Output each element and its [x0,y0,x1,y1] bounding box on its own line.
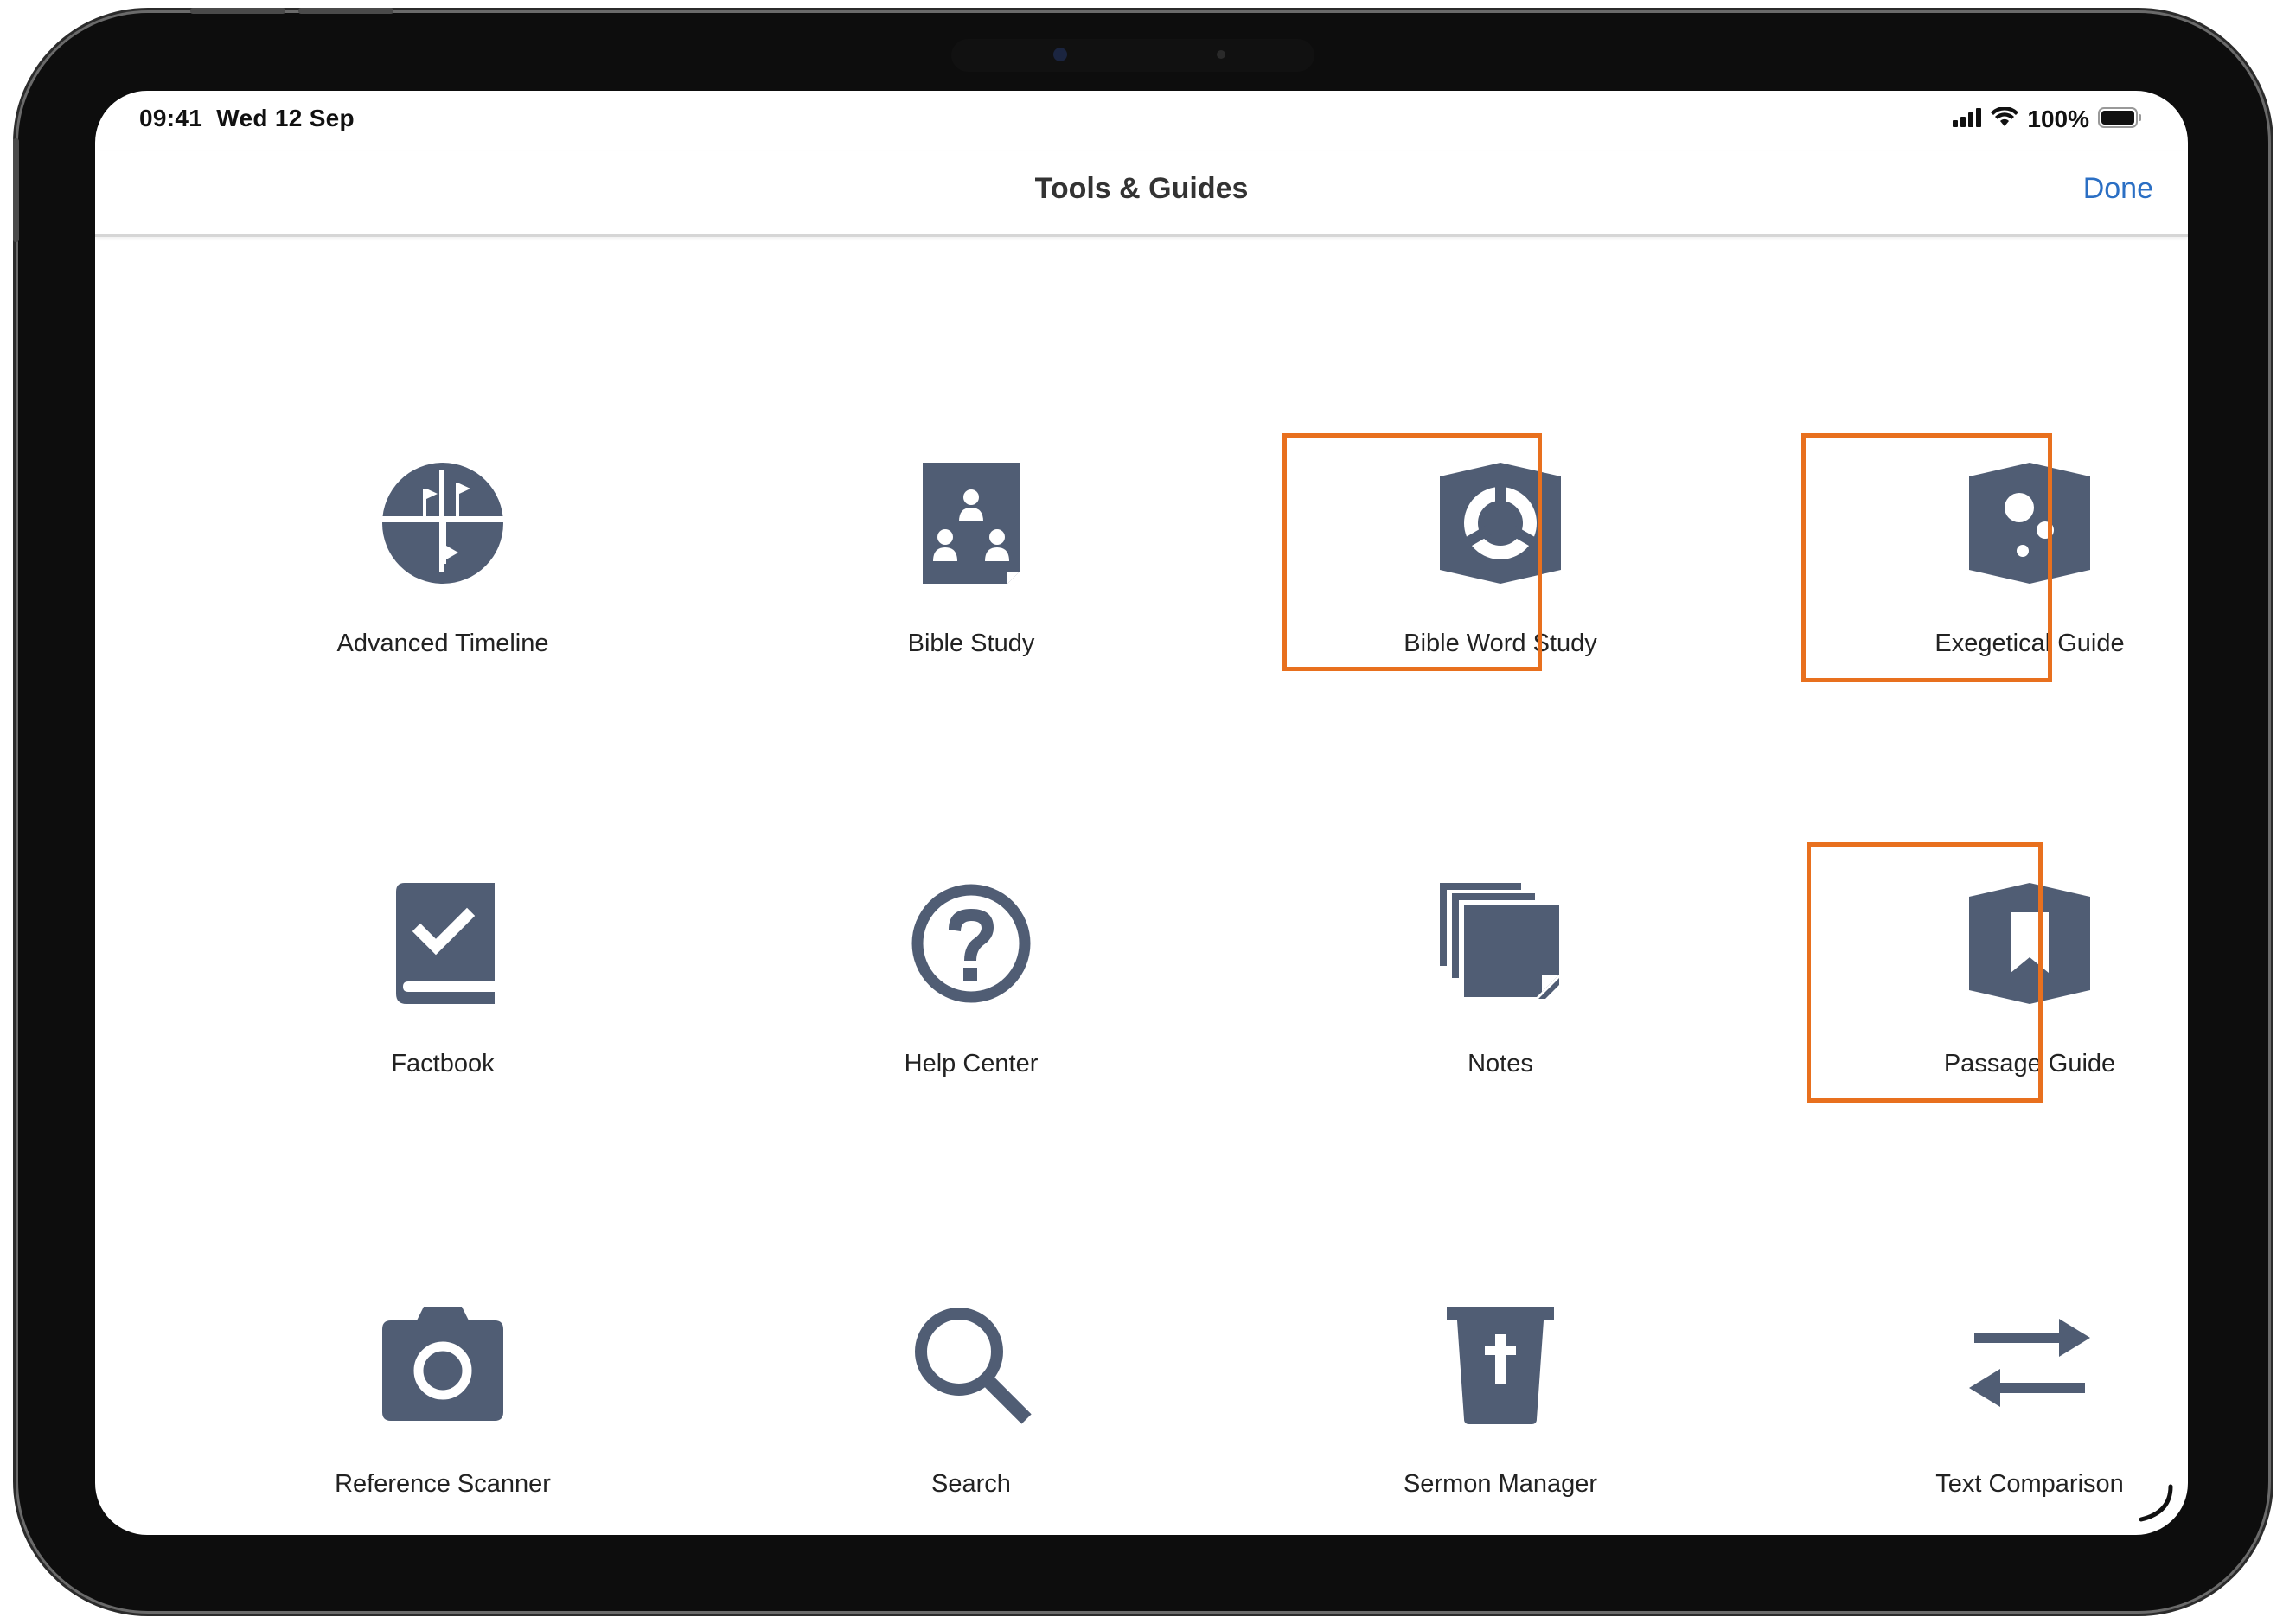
navigation-bar: Tools & Guides Done [95,151,2188,237]
tool-label: Bible Study [907,630,1035,657]
cellular-signal-icon [1953,107,1982,131]
camera-housing [951,39,1314,72]
status-time: 09:41 Wed 12 Sep [139,105,355,132]
tool-label: Reference Scanner [335,1470,551,1498]
tool-text-comparison[interactable]: Text Comparison [1900,1303,2159,1535]
tool-label: Notes [1468,1050,1533,1077]
factbook-icon [382,883,503,1004]
tool-advanced-timeline[interactable]: Advanced Timeline [313,463,572,705]
front-camera [1053,48,1067,61]
bible-study-icon [911,463,1032,584]
tool-label: Search [931,1470,1011,1498]
date: Wed 12 Sep [216,105,355,131]
tool-reference-scanner[interactable]: Reference Scanner [313,1303,572,1535]
highlight-box-bible-word-study [1282,433,1542,671]
battery-percentage: 100% [2027,105,2089,132]
tool-notes[interactable]: Notes [1371,883,1630,1125]
highlight-box-exegetical-guide [1801,433,2052,682]
tool-label: Advanced Timeline [336,630,549,657]
status-bar: 09:41 Wed 12 Sep 100% [95,91,2188,151]
wifi-icon [1991,105,2019,132]
tool-search[interactable]: Search [841,1303,1101,1535]
tool-help-center[interactable]: Help Center [841,883,1101,1125]
sensor-dot [1217,50,1225,59]
corner-resize-indicator [2139,1484,2173,1522]
tools-grid: Advanced Timeline Bible Study Bible Word… [95,234,2188,1535]
screen: 09:41 Wed 12 Sep 100% Tools & Guides Don… [95,91,2188,1535]
tool-bible-study[interactable]: Bible Study [841,463,1101,705]
battery-icon [2098,106,2143,132]
done-button[interactable]: Done [2083,172,2153,206]
text-comparison-icon [1969,1303,2090,1424]
clock: 09:41 [139,105,203,131]
help-icon [911,883,1032,1004]
timeline-icon [382,463,503,584]
tool-sermon-manager[interactable]: Sermon Manager [1371,1303,1630,1535]
tool-label: Factbook [391,1050,495,1077]
tool-label: Sermon Manager [1403,1470,1598,1498]
top-button [190,8,285,14]
sermon-manager-icon [1440,1303,1561,1424]
page-title: Tools & Guides [1034,172,1249,205]
camera-icon [382,1303,503,1424]
volume-button [298,8,393,14]
tool-label: Help Center [904,1050,1039,1077]
side-button [13,138,19,242]
notes-icon [1440,883,1561,1004]
highlight-box-passage-guide [1807,842,2043,1103]
status-indicators: 100% [1953,105,2143,134]
tool-factbook[interactable]: Factbook [313,883,572,1125]
search-icon [911,1303,1032,1424]
